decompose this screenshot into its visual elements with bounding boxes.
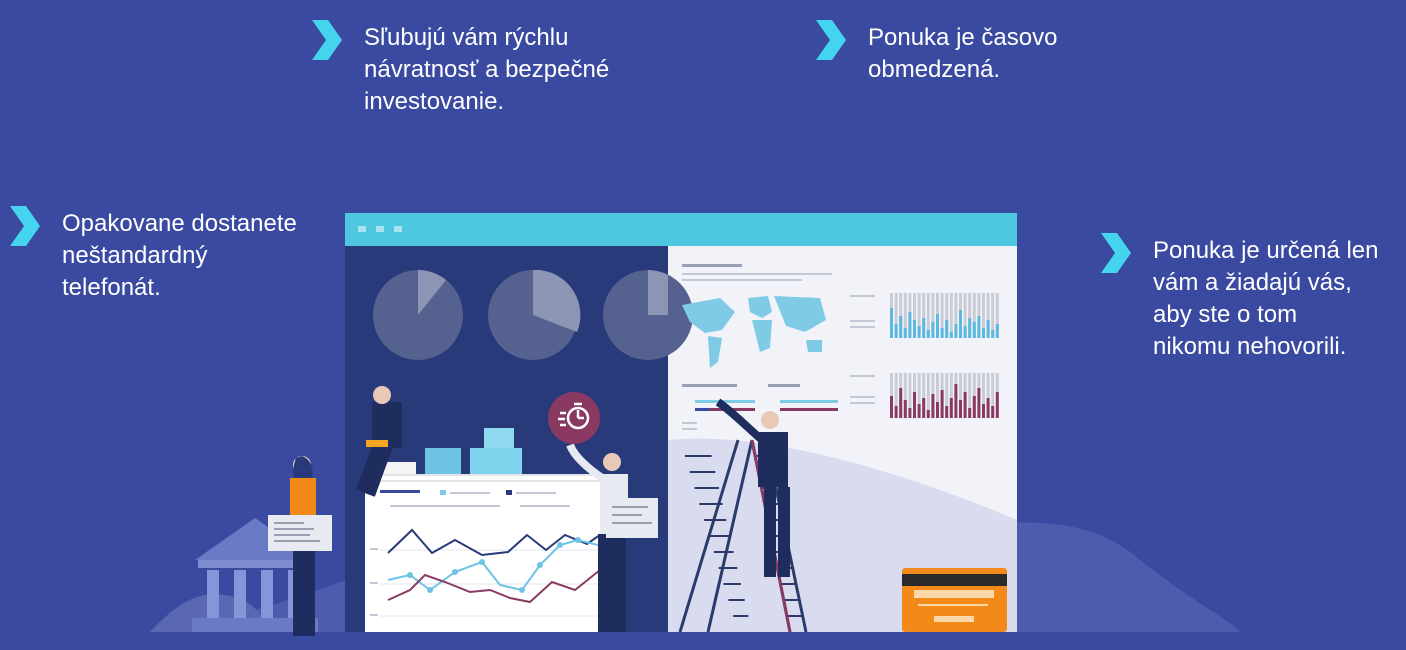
bar <box>903 400 907 418</box>
bullet-text: Sľubujú vám rýchlu návratnosť a bezpečné… <box>364 24 610 115</box>
bar <box>954 324 958 338</box>
bar <box>894 324 898 338</box>
bar <box>991 330 995 338</box>
bar <box>954 384 958 418</box>
bar <box>963 326 967 338</box>
bar <box>977 388 981 418</box>
bar <box>945 320 949 338</box>
bar <box>917 326 921 338</box>
bar <box>936 314 939 338</box>
chevron-right-icon <box>1101 233 1131 273</box>
bar <box>899 388 903 418</box>
bar <box>922 398 926 418</box>
line-chart-board <box>365 474 619 632</box>
bar <box>899 316 903 338</box>
bar <box>908 408 912 418</box>
chevron-right-icon <box>816 20 846 60</box>
bullet-time-limited: Ponuka je časovo obmedzená. <box>812 20 1128 86</box>
bar <box>991 406 995 418</box>
bar <box>968 408 972 418</box>
chevron-right-icon <box>312 20 342 60</box>
bar <box>995 392 999 418</box>
bar <box>982 404 985 418</box>
credit-card <box>902 568 1007 632</box>
bar <box>972 322 976 338</box>
pie-charts <box>373 269 693 360</box>
bar <box>940 390 944 418</box>
bar <box>926 330 930 338</box>
bar <box>890 396 893 418</box>
bar <box>986 398 990 418</box>
bar <box>959 310 962 338</box>
bar <box>917 404 921 418</box>
bar <box>945 406 949 418</box>
bar <box>922 318 926 338</box>
bullet-secret-offer: Ponuka je určená len vám a žiadajú vás, … <box>1097 233 1406 363</box>
bar <box>968 318 972 338</box>
bar <box>913 392 916 418</box>
bar <box>986 320 990 338</box>
bar <box>936 402 939 418</box>
bar <box>982 328 985 338</box>
bar-bg <box>949 293 953 338</box>
bar <box>890 308 893 338</box>
bullet-quick-return: Sľubujú vám rýchlu návratnosť a bezpečné… <box>308 20 664 118</box>
bar <box>949 332 953 338</box>
bar <box>931 394 935 418</box>
bar <box>972 396 976 418</box>
bullet-text: Opakovane dostanete neštandardný telefon… <box>62 210 297 301</box>
bullet-text: Ponuka je časovo obmedzená. <box>868 24 1058 83</box>
bar <box>940 328 944 338</box>
bar <box>894 406 898 418</box>
chevron-right-icon <box>10 206 40 246</box>
bar <box>963 392 967 418</box>
bar <box>908 312 912 338</box>
bar <box>995 324 999 338</box>
bar <box>931 322 935 338</box>
bar <box>977 316 981 338</box>
bar <box>903 328 907 338</box>
bullet-repeated-call: Opakovane dostanete neštandardný telefon… <box>6 206 342 304</box>
bullet-text: Ponuka je určená len vám a žiadajú vás, … <box>1153 237 1379 360</box>
bar <box>913 320 916 338</box>
bar <box>926 410 930 418</box>
bar <box>959 400 962 418</box>
bar <box>949 398 953 418</box>
